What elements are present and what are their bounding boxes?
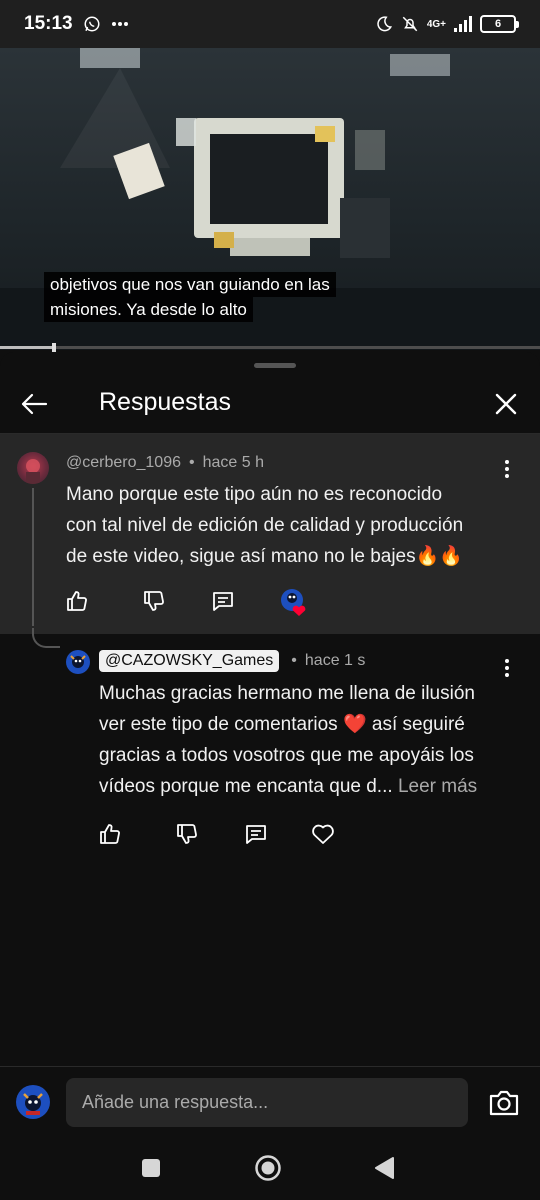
read-more-link[interactable]: Leer más xyxy=(398,776,477,797)
system-nav-bar xyxy=(0,1136,540,1200)
dislike-button[interactable] xyxy=(139,586,169,616)
avatar[interactable] xyxy=(17,452,49,484)
heart-icon xyxy=(312,824,334,844)
parent-comment: @cerbero_1096 • hace 5 h Mano porque est… xyxy=(0,434,540,634)
subtitle-line: objetivos que nos van guiando en las xyxy=(44,272,336,297)
thumbs-down-icon xyxy=(177,824,197,844)
more-vertical-icon xyxy=(505,460,509,478)
meta-separator: • xyxy=(291,652,297,669)
recents-button[interactable] xyxy=(137,1154,165,1182)
camera-icon xyxy=(489,1090,519,1116)
comment-text-line: Muchas gracias hermano me llena de ilusi… xyxy=(99,683,475,704)
battery-icon: 6 xyxy=(480,15,519,33)
comment-text-line: ver este tipo de comentarios ❤️ así segu… xyxy=(99,714,465,735)
back-button[interactable] xyxy=(16,386,52,422)
video-player[interactable]: objetivos que nos van guiando en las mis… xyxy=(0,48,540,350)
comment-text-line: de este video, sigue así mano no le baje… xyxy=(66,546,463,567)
comment-text-line: vídeos porque me encanta que d... Leer m… xyxy=(99,771,519,802)
avatar xyxy=(16,1085,50,1119)
comment-text: Muchas gracias hermano me llena de ilusi… xyxy=(99,678,519,802)
more-vertical-icon xyxy=(505,659,509,677)
comment-text-line: gracias a todos vosotros que me apoyáis … xyxy=(99,745,474,766)
dislike-button[interactable] xyxy=(172,819,202,849)
home-circle-icon xyxy=(255,1155,281,1181)
whatsapp-icon xyxy=(83,15,101,33)
status-bar: 15:13 4G+ 6 xyxy=(0,0,540,48)
reply-input[interactable] xyxy=(66,1078,468,1127)
comment-text-line: Mano porque este tipo aún no es reconoci… xyxy=(66,484,443,505)
close-icon xyxy=(495,393,517,415)
drag-handle[interactable] xyxy=(254,363,296,368)
thumbs-up-icon xyxy=(100,824,120,844)
back-nav-button[interactable] xyxy=(370,1154,398,1182)
panel-title: Respuestas xyxy=(99,388,232,416)
comment-icon xyxy=(213,592,233,611)
creator-heart-icon xyxy=(279,587,307,616)
comment-text-line: con tal nivel de edición de calidad y pr… xyxy=(66,515,464,536)
avatar[interactable] xyxy=(66,650,90,674)
moon-icon xyxy=(375,15,393,33)
camera-button[interactable] xyxy=(486,1086,522,1120)
progress-fill xyxy=(0,346,54,349)
video-progress-bar[interactable] xyxy=(0,343,540,352)
meta-separator: • xyxy=(188,454,195,471)
like-button[interactable] xyxy=(95,819,125,849)
comment-time: hace 5 h xyxy=(202,454,264,471)
status-time: 15:13 xyxy=(24,13,73,34)
comment-meta: @CAZOWSKY_Games • hace 1 s xyxy=(99,650,365,672)
comment-text: Mano porque este tipo aún no es reconoci… xyxy=(66,479,506,572)
heart-button[interactable] xyxy=(308,819,338,849)
comment-author[interactable]: @cerbero_1096 xyxy=(66,454,181,472)
thumbs-down-icon xyxy=(144,591,164,611)
square-icon xyxy=(142,1159,160,1177)
like-button[interactable] xyxy=(62,586,92,616)
thread-curve xyxy=(32,628,60,648)
subtitles: objetivos que nos van guiando en las mis… xyxy=(44,272,336,322)
home-button[interactable] xyxy=(254,1154,282,1182)
replies-panel: Respuestas @cerbero_1096 • hace 5 h Mano… xyxy=(0,352,540,1200)
comment-icon xyxy=(246,825,266,844)
truncated-text: vídeos porque me encanta que d... xyxy=(99,776,393,797)
arrow-left-icon xyxy=(21,393,48,415)
divider xyxy=(0,1066,540,1067)
more-dots-icon xyxy=(111,21,129,27)
network-label: 4G+ xyxy=(426,18,446,30)
panel-header: Respuestas xyxy=(0,376,540,432)
reply-button[interactable] xyxy=(208,586,238,616)
channel-owner-chip[interactable]: @CAZOWSKY_Games xyxy=(99,650,280,672)
thumbs-up-icon xyxy=(67,591,87,611)
comment-time: hace 1 s xyxy=(304,652,366,669)
progress-knob[interactable] xyxy=(52,343,56,352)
signal-icon xyxy=(454,16,472,32)
reply-button[interactable] xyxy=(241,819,271,849)
comment-meta: @cerbero_1096 • hace 5 h xyxy=(66,454,264,472)
triangle-back-icon xyxy=(375,1157,394,1179)
close-button[interactable] xyxy=(488,386,524,422)
muted-icon xyxy=(401,15,419,33)
subtitle-line: misiones. Ya desde lo alto xyxy=(44,297,253,322)
thread-line xyxy=(32,488,34,626)
